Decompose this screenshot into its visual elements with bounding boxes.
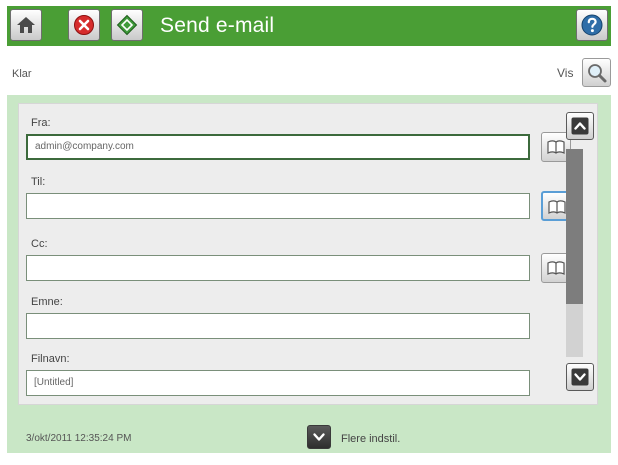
status-bar	[0, 48, 618, 94]
subject-field[interactable]	[26, 313, 530, 339]
chevron-up-icon	[571, 117, 589, 135]
home-button[interactable]	[10, 9, 42, 41]
timestamp: 3/okt/2011 12:35:24 PM	[26, 433, 132, 444]
address-book-icon	[547, 140, 565, 154]
from-field[interactable]: admin@company.com	[26, 134, 530, 160]
chevron-down-icon	[313, 433, 325, 441]
filename-field[interactable]: [Untitled]	[26, 370, 530, 396]
view-button[interactable]	[582, 58, 611, 87]
to-label: Til:	[31, 176, 46, 188]
to-field[interactable]	[26, 193, 530, 219]
help-button[interactable]	[576, 9, 608, 41]
filename-label: Filnavn:	[31, 353, 70, 365]
address-book-icon	[547, 261, 565, 275]
chevron-down-icon	[571, 368, 589, 386]
start-button[interactable]	[111, 9, 143, 41]
scroll-down-button[interactable]	[566, 363, 594, 391]
from-label: Fra:	[31, 117, 51, 129]
help-icon	[581, 14, 603, 36]
address-book-icon	[548, 200, 566, 214]
email-form-panel: Fra: admin@company.com Til: Cc: Emne: Fi…	[18, 103, 598, 405]
page-title: Send e-mail	[160, 14, 275, 37]
home-icon	[17, 17, 35, 33]
view-label: Vis	[557, 66, 574, 80]
cc-label: Cc:	[31, 238, 48, 250]
scrollbar-track[interactable]	[566, 149, 583, 357]
scrollbar-thumb[interactable]	[566, 149, 583, 304]
scroll-up-button[interactable]	[566, 112, 594, 140]
cc-field[interactable]	[26, 255, 530, 281]
title-bar: Send e-mail	[7, 6, 611, 46]
main-area: Fra: admin@company.com Til: Cc: Emne: Fi…	[7, 95, 611, 453]
start-icon	[116, 14, 138, 36]
more-options-label: Flere indstil.	[341, 433, 401, 445]
subject-label: Emne:	[31, 296, 63, 308]
stop-icon	[74, 15, 94, 35]
status-text: Klar	[12, 68, 32, 80]
magnifier-icon	[588, 64, 607, 83]
stop-button[interactable]	[68, 9, 100, 41]
more-options-button[interactable]	[307, 425, 331, 449]
